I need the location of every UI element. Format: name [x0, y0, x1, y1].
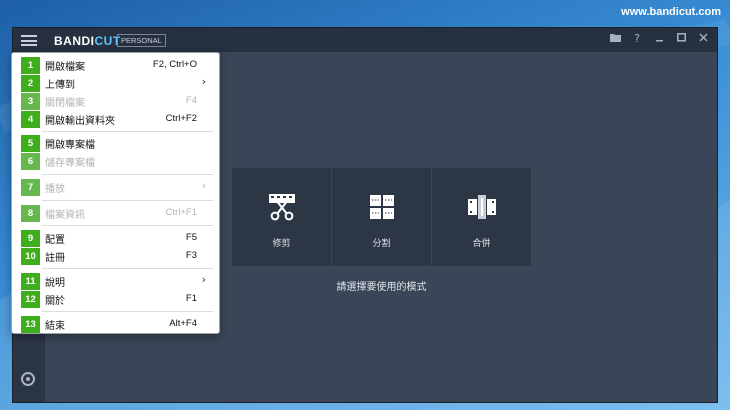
menu-item-upload-to[interactable]: 2 上傳到 ›	[12, 74, 219, 92]
menu-item-play[interactable]: 7 播放 ›	[12, 178, 219, 196]
mode-split-label: 分割	[372, 239, 391, 249]
menu-label: 說明	[45, 278, 65, 289]
menu-separator	[42, 131, 213, 132]
scissors-film-icon	[269, 194, 295, 221]
menu-item-help[interactable]: 11 說明 ›	[12, 272, 219, 290]
menu-label: 檔案資訊	[45, 210, 85, 221]
plan-badge: PERSONAL	[117, 34, 166, 47]
mode-merge-button[interactable]: 合併	[432, 168, 531, 266]
menu-separator	[42, 268, 213, 269]
mode-trim-label: 修剪	[272, 239, 291, 249]
menu-number: 6	[21, 153, 40, 170]
menu-number: 7	[21, 179, 40, 196]
menu-shortcut: Alt+F4	[169, 318, 197, 329]
maximize-icon[interactable]	[673, 31, 689, 47]
menu-shortcut: F4	[185, 95, 197, 106]
mode-merge-label: 合併	[472, 239, 491, 249]
logo-main: BANDI	[54, 34, 95, 48]
menu-item-configuration[interactable]: 9 配置 F5	[12, 229, 219, 247]
menu-number: 2	[21, 75, 40, 92]
menu-number: 4	[21, 111, 40, 128]
menu-shortcut: F5	[185, 232, 197, 243]
menu-label: 開啟檔案	[45, 62, 85, 73]
menu-label: 開啟輸出資料夾	[45, 116, 115, 127]
menu-number: 3	[21, 93, 40, 110]
menu-item-save-project[interactable]: 6 儲存專案檔	[12, 152, 219, 170]
mode-trim-button[interactable]: 修剪	[232, 168, 331, 266]
app-logo: BANDICUT	[54, 34, 121, 48]
menu-label: 結束	[45, 321, 65, 332]
menu-label: 關於	[45, 296, 65, 307]
folder-icon[interactable]	[607, 31, 623, 47]
menu-number: 12	[21, 291, 40, 308]
menu-item-open-file[interactable]: 1 開啟檔案 F2, Ctrl+O	[12, 56, 219, 74]
menu-separator	[42, 225, 213, 226]
chevron-right-icon: ›	[201, 75, 206, 88]
menu-label: 上傳到	[45, 80, 75, 91]
menu-number: 8	[21, 205, 40, 222]
menu-shortcut: Ctrl+F1	[165, 207, 197, 218]
menu-item-close-file[interactable]: 3 關閉檔案 F4	[12, 92, 219, 110]
close-icon[interactable]	[695, 31, 711, 47]
chevron-right-icon: ›	[201, 179, 206, 192]
menu-number: 11	[21, 273, 40, 290]
menu-number: 9	[21, 230, 40, 247]
menu-label: 開啟專案檔	[45, 140, 95, 151]
split-grid-icon	[370, 195, 394, 219]
menu-label: 關閉檔案	[45, 98, 85, 109]
merge-film-icon	[468, 195, 496, 219]
minimize-icon[interactable]	[651, 31, 667, 47]
menu-number: 10	[21, 248, 40, 265]
mode-hint: 請選擇要使用的模式	[336, 282, 427, 293]
menu-number: 13	[21, 316, 40, 333]
title-bar: BANDICUT PERSONAL ?	[13, 28, 717, 52]
hamburger-menu-icon[interactable]	[21, 35, 37, 46]
menu-separator	[42, 200, 213, 201]
menu-label: 儲存專案檔	[45, 158, 95, 169]
menu-separator	[42, 311, 213, 312]
menu-label: 配置	[45, 235, 65, 246]
menu-number: 1	[21, 57, 40, 74]
menu-label: 播放	[45, 184, 65, 195]
menu-separator	[42, 174, 213, 175]
watermark: www.bandicut.com	[621, 6, 721, 18]
menu-number: 5	[21, 135, 40, 152]
mode-split-button[interactable]: 分割	[332, 168, 431, 266]
menu-item-register[interactable]: 10 註冊 F3	[12, 247, 219, 265]
menu-label: 註冊	[45, 253, 65, 264]
window-controls: ?	[607, 31, 711, 47]
menu-shortcut: F3	[185, 250, 197, 261]
menu-item-about[interactable]: 12 關於 F1	[12, 290, 219, 308]
main-menu: 1 開啟檔案 F2, Ctrl+O 2 上傳到 › 3 關閉檔案 F4 4 開啟…	[11, 52, 220, 334]
mode-selector: 修剪 分割 合併	[232, 168, 531, 266]
menu-item-open-project[interactable]: 5 開啟專案檔	[12, 134, 219, 152]
chevron-right-icon: ›	[201, 273, 206, 286]
menu-shortcut: F1	[185, 293, 197, 304]
menu-shortcut: Ctrl+F2	[165, 113, 197, 124]
help-icon[interactable]: ?	[629, 31, 645, 47]
record-icon[interactable]	[21, 372, 35, 386]
menu-item-exit[interactable]: 13 結束 Alt+F4	[12, 315, 219, 333]
menu-item-file-info[interactable]: 8 檔案資訊 Ctrl+F1	[12, 204, 219, 222]
menu-shortcut: F2, Ctrl+O	[152, 59, 197, 70]
menu-item-open-output-folder[interactable]: 4 開啟輸出資料夾 Ctrl+F2	[12, 110, 219, 128]
